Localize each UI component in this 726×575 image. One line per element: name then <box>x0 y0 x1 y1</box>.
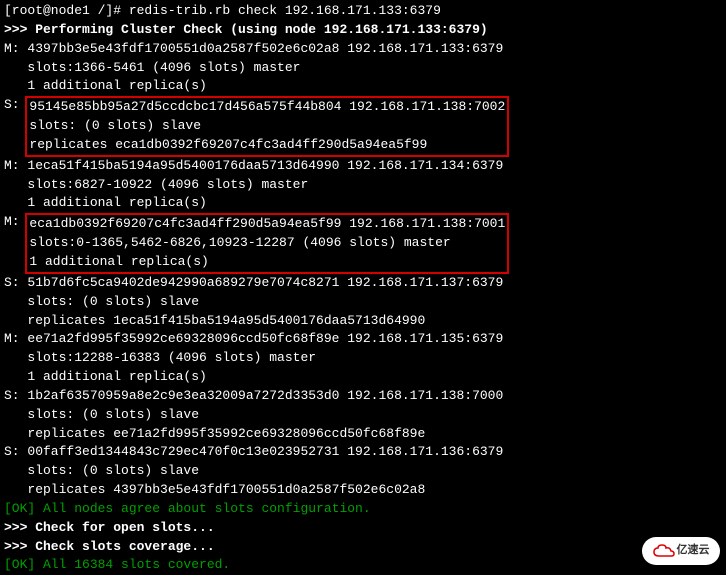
watermark-text: 亿速云 <box>677 543 710 559</box>
node-extra-line: 1 additional replica(s) <box>4 77 722 96</box>
cluster-check-header: >>> Performing Cluster Check (using node… <box>4 21 722 40</box>
node-id-line: M: ee71a2fd995f35992ce69328096ccd50fc68f… <box>4 330 722 349</box>
shell-prompt-command: [root@node1 /]# redis-trib.rb check 192.… <box>4 2 722 21</box>
cloud-icon <box>653 544 675 558</box>
node-slots-line: slots: (0 slots) slave <box>4 406 722 425</box>
node-slots-line: slots: (0 slots) slave <box>4 462 722 481</box>
node-id-line: M: 1eca51f415ba5194a95d5400176daa5713d64… <box>4 157 722 176</box>
terminal-output: [root@node1 /]# redis-trib.rb check 192.… <box>4 2 722 575</box>
slots-agree-ok: [OK] All nodes agree about slots configu… <box>4 500 722 519</box>
node-id-line: M: 4397bb3e5e43fdf1700551d0a2587f502e6c0… <box>4 40 722 59</box>
node-extra-line: 1 additional replica(s) <box>29 253 505 272</box>
node-slots-line: slots:6827-10922 (4096 slots) master <box>4 176 722 195</box>
highlighted-node-box: 95145e85bb95a27d5ccdcbc17d456a575f44b804… <box>25 96 509 157</box>
node-extra-line: replicates 1eca51f415ba5194a95d5400176da… <box>4 312 722 331</box>
node-id-line: S: 1b2af63570959a8e2c9e3ea32009a7272d335… <box>4 387 722 406</box>
node-extra-line: replicates eca1db0392f69207c4fc3ad4ff290… <box>29 136 505 155</box>
node-id-line: S: 51b7d6fc5ca9402de942990a689279e7074c8… <box>4 274 722 293</box>
node-extra-line: 1 additional replica(s) <box>4 368 722 387</box>
node-extra-line: replicates ee71a2fd995f35992ce69328096cc… <box>4 425 722 444</box>
node-slots-line: slots: (0 slots) slave <box>29 117 505 136</box>
highlighted-node-box: eca1db0392f69207c4fc3ad4ff290d5a94ea5f99… <box>25 213 509 274</box>
node-slots-line: slots: (0 slots) slave <box>4 293 722 312</box>
node-extra-line: 1 additional replica(s) <box>4 194 722 213</box>
check-open-slots: >>> Check for open slots... <box>4 519 722 538</box>
node-slots-line: slots:0-1365,5462-6826,10923-12287 (4096… <box>29 234 505 253</box>
node-id-line: eca1db0392f69207c4fc3ad4ff290d5a94ea5f99… <box>29 215 505 234</box>
cluster-node-list: M: 4397bb3e5e43fdf1700551d0a2587f502e6c0… <box>4 40 722 500</box>
node-id-line: S: 00faff3ed1344843c729ec470f0c13e023952… <box>4 443 722 462</box>
check-slots-coverage: >>> Check slots coverage... <box>4 538 722 557</box>
node-id-line: 95145e85bb95a27d5ccdcbc17d456a575f44b804… <box>29 98 505 117</box>
node-slots-line: slots:12288-16383 (4096 slots) master <box>4 349 722 368</box>
node-extra-line: replicates 4397bb3e5e43fdf1700551d0a2587… <box>4 481 722 500</box>
slots-covered-ok: [OK] All 16384 slots covered. <box>4 556 722 575</box>
watermark-badge: 亿速云 <box>642 537 720 565</box>
node-slots-line: slots:1366-5461 (4096 slots) master <box>4 59 722 78</box>
